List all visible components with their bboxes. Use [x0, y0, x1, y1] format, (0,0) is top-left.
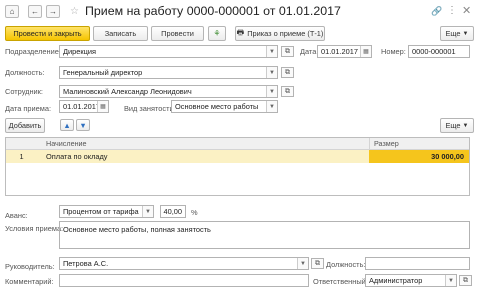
conditions-textarea[interactable]: Основное место работы, полная занятость [59, 221, 470, 249]
add-button[interactable]: Добавить [5, 118, 45, 133]
date-field[interactable]: 01.01.2017 ▦ [317, 45, 372, 58]
department-label: Подразделение: [5, 47, 61, 56]
chevron-down-icon[interactable]: ▼ [142, 206, 153, 217]
column-header-amount: Размер [369, 138, 469, 149]
structure-button[interactable]: ⚘ [208, 26, 226, 41]
forward-button[interactable]: → [46, 5, 60, 18]
home-button[interactable]: ⌂ [5, 5, 19, 18]
dropdown-icon[interactable]: ▼ [266, 86, 277, 97]
move-down-button[interactable]: ▼ [76, 119, 90, 131]
more-button[interactable]: Еще ▼ [440, 26, 474, 41]
save-button[interactable]: Записать [93, 26, 148, 41]
advance-label: Аванс: [5, 211, 28, 220]
employment-type-select[interactable]: Основное место работы ▼ [171, 100, 278, 113]
arrow-up-icon: ▲ [63, 120, 71, 130]
home-icon: ⌂ [9, 7, 15, 16]
more-vertical-icon[interactable]: ⋮ [447, 5, 457, 16]
employee-field[interactable]: Малиновский Александр Леонидович ▼ [59, 85, 278, 98]
row-number: 1 [19, 152, 24, 161]
post-button[interactable]: Провести [151, 26, 204, 41]
employment-type-label: Вид занятости: [124, 104, 176, 113]
move-up-button[interactable]: ▲ [60, 119, 74, 131]
responsible-value: Администратор [369, 276, 423, 285]
position-field[interactable]: Генеральный директор ▼ [59, 66, 278, 79]
close-icon[interactable]: ✕ [462, 4, 471, 17]
number-field[interactable]: 0000-000001 [408, 45, 470, 58]
link-icon[interactable]: 🔗 [431, 6, 442, 17]
post-and-close-button[interactable]: Провести и закрыть [5, 26, 90, 41]
table-more-button[interactable]: Еще ▼ [440, 118, 474, 133]
comment-label: Комментарий: [5, 277, 54, 286]
dropdown-icon[interactable]: ▼ [297, 258, 308, 269]
row-amount[interactable]: 30 000,00 [369, 150, 469, 163]
calendar-icon[interactable]: ▦ [97, 101, 108, 112]
page-title: Прием на работу 0000-000001 от 01.01.201… [85, 4, 341, 18]
responsible-label: Ответственный: [313, 277, 368, 286]
more-label: Еще [445, 29, 461, 38]
comment-field[interactable] [59, 274, 309, 287]
back-button[interactable]: ← [28, 5, 42, 18]
arrow-right-icon: → [49, 7, 57, 16]
manager-label: Руководитель: [5, 262, 55, 271]
open-icon[interactable]: ⧉ [311, 258, 324, 269]
number-label: Номер: [381, 47, 406, 56]
arrow-down-icon: ▼ [79, 120, 87, 130]
dropdown-icon[interactable]: ▼ [266, 67, 277, 78]
department-field[interactable]: Дирекция ▼ [59, 45, 278, 58]
manager-position-field[interactable] [365, 257, 470, 270]
hierarchy-icon: ⚘ [213, 29, 221, 38]
chevron-down-icon[interactable]: ▼ [266, 101, 277, 112]
open-icon[interactable]: ⧉ [281, 86, 294, 97]
hire-date-field[interactable]: 01.01.2017 ▦ [59, 100, 109, 113]
printer-icon: 🖶 [236, 27, 245, 37]
percent-sign: % [191, 208, 198, 217]
position-label: Должность: [5, 68, 45, 77]
dropdown-icon[interactable]: ▼ [266, 46, 277, 57]
open-icon[interactable]: ⧉ [281, 46, 294, 57]
conditions-label: Условия приема: [5, 224, 64, 233]
employee-label: Сотрудник: [5, 87, 43, 96]
employee-value: Малиновский Александр Леонидович [63, 87, 192, 96]
table-header: Начисление Размер [6, 138, 469, 150]
advance-value-field[interactable]: 40,00 [160, 205, 186, 218]
responsible-field[interactable]: Администратор ▼ [365, 274, 457, 287]
calendar-icon[interactable]: ▦ [360, 46, 371, 57]
hire-date-value: 01.01.2017 [63, 102, 100, 111]
row-accrual: Оплата по окладу [46, 152, 108, 161]
print-order-button[interactable]: 🖶 Приказ о приеме (Т-1) [235, 26, 325, 41]
arrow-left-icon: ← [31, 7, 39, 16]
date-label: Дата: [300, 47, 319, 56]
date-value: 01.01.2017 [321, 47, 358, 56]
advance-type-select[interactable]: Процентом от тарифа ▼ [59, 205, 154, 218]
open-icon[interactable]: ⧉ [459, 275, 472, 286]
chevron-down-icon: ▼ [462, 30, 469, 37]
print-order-label: Приказ о приеме (Т-1) [247, 29, 324, 38]
advance-type-value: Процентом от тарифа [63, 207, 139, 216]
manager-field[interactable]: Петрова А.С. ▼ [59, 257, 309, 270]
table-more-label: Еще [445, 121, 461, 130]
manager-value: Петрова А.С. [63, 259, 109, 268]
manager-position-label: Должность: [326, 260, 366, 269]
dropdown-icon[interactable]: ▼ [445, 275, 456, 286]
position-value: Генеральный директор [63, 68, 143, 77]
chevron-down-icon: ▼ [462, 122, 469, 129]
hire-date-label: Дата приема: [5, 104, 52, 113]
column-header-accrual: Начисление [46, 139, 87, 148]
accruals-table[interactable]: Начисление Размер 1 Оплата по окладу 30 … [5, 137, 470, 196]
star-icon[interactable]: ☆ [70, 6, 79, 17]
table-row[interactable]: 1 Оплата по окладу 30 000,00 [6, 150, 469, 163]
department-value: Дирекция [63, 47, 96, 56]
open-icon[interactable]: ⧉ [281, 67, 294, 78]
employment-type-value: Основное место работы [175, 102, 259, 111]
